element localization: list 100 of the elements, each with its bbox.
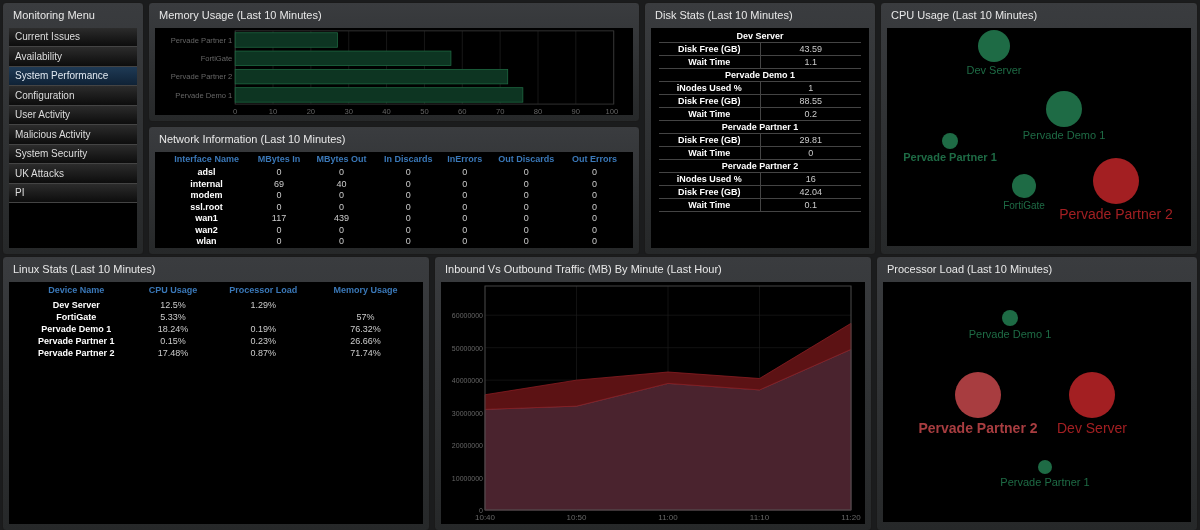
table-cell-text: FortiGate xyxy=(55,311,98,323)
table-cell: 1.1 xyxy=(760,55,861,68)
table-cell: 43.59 xyxy=(760,42,861,55)
table-cell-text: 0 xyxy=(461,213,469,225)
table-cell-text: 0 xyxy=(275,201,283,213)
bubble-label: Pervade Partner 1 xyxy=(1000,475,1090,488)
table-cell-text: 17.48% xyxy=(156,347,190,359)
table-cell-text: 26.66% xyxy=(349,335,382,347)
table-cell: 42.04 xyxy=(760,185,861,198)
menu-item[interactable]: Malicious Activity xyxy=(9,125,137,145)
axis-label: Pervade Partner 1 xyxy=(170,35,233,45)
menu-item[interactable]: UK Attacks xyxy=(9,164,137,184)
column-header: CPU Usage xyxy=(147,283,199,297)
table-cell-text: 0 xyxy=(591,178,599,190)
column-header: Processor Load xyxy=(228,283,299,297)
menu-item[interactable]: System Performance xyxy=(9,66,137,86)
panel-title: CPU Usage (Last 10 Minutes) xyxy=(890,8,1039,23)
table-cell-text: 0 xyxy=(461,190,469,202)
table-cell-text: 12.5% xyxy=(159,299,187,311)
group-header: Pervade Demo 1 xyxy=(659,68,861,81)
tick-label: 11:20 xyxy=(841,512,861,522)
table-cell-text: 0.15% xyxy=(159,335,187,347)
table-cell-text: 0 xyxy=(338,201,346,213)
table-cell-text: 0 xyxy=(591,236,599,248)
table-cell-text: adsl xyxy=(196,167,217,179)
panel-title: Processor Load (Last 10 Minutes) xyxy=(886,262,1054,277)
table-cell-text: 76.32% xyxy=(349,323,382,335)
tick-label: 80 xyxy=(533,106,543,115)
column-header: Out Discards xyxy=(497,152,556,166)
table-cell: Wait Time xyxy=(659,55,760,68)
table-cell-text: 0 xyxy=(522,201,530,213)
table-cell-text: 0 xyxy=(522,236,530,248)
table-cell: Disk Free (GB) xyxy=(659,185,760,198)
column-header: MBytes Out xyxy=(315,152,368,166)
bubble-label: Pervade Partner 1 xyxy=(903,150,997,163)
table-cell: 0.1 xyxy=(760,198,861,211)
panel-title: Memory Usage (Last 10 Minutes) xyxy=(158,8,323,23)
panel-title: Network Information (Last 10 Minutes) xyxy=(158,132,347,147)
table-cell-text: 40 xyxy=(335,178,348,190)
table-cell-text: wan2 xyxy=(194,224,219,236)
tick-label: 100 xyxy=(605,106,619,115)
bubble-label: Pervade Demo 1 xyxy=(1022,128,1106,141)
menu-item[interactable]: User Activity xyxy=(9,105,137,125)
panel-title: Inbound Vs Outbound Traffic (MB) By Minute (Last Hour) xyxy=(444,262,723,277)
table-cell: Disk Free (GB) xyxy=(659,42,760,55)
table-cell-text: 0 xyxy=(404,167,412,179)
table-cell-text: 0.19% xyxy=(249,323,277,335)
table-cell-text: 0 xyxy=(461,167,469,179)
menu-item[interactable]: System Security xyxy=(9,144,137,164)
table-cell-text: 0.87% xyxy=(249,347,277,359)
tick-label: 11:00 xyxy=(658,512,678,522)
table-cell-text: 0 xyxy=(338,190,346,202)
table-cell-text: 18.24% xyxy=(156,323,190,335)
bubble-label: Pervade Partner 2 xyxy=(1059,205,1173,222)
table-cell-text: 0 xyxy=(522,178,530,190)
table-cell: 0.2 xyxy=(760,107,861,120)
table-cell: 88.55 xyxy=(760,94,861,107)
axis-label: FortiGate xyxy=(200,53,233,63)
column-header: Interface Name xyxy=(173,152,240,166)
panel-title: Disk Stats (Last 10 Minutes) xyxy=(654,8,794,23)
menu-item[interactable]: Configuration xyxy=(9,86,137,106)
table-cell-text: 0 xyxy=(591,190,599,202)
table-cell-text: 0.23% xyxy=(249,335,277,347)
table-cell: Disk Free (GB) xyxy=(659,94,760,107)
group-header: Dev Server xyxy=(659,29,861,42)
table-cell-text: 0 xyxy=(338,167,346,179)
axis-label: Pervade Demo 1 xyxy=(175,90,233,100)
table-cell: Wait Time xyxy=(659,146,760,159)
table-cell-text: Dev Server xyxy=(51,299,101,311)
table-cell: Wait Time xyxy=(659,198,760,211)
table-cell-text: 0 xyxy=(338,224,346,236)
table-cell-text: wlan xyxy=(195,236,218,248)
column-header: MBytes In xyxy=(256,152,302,166)
table-cell-text: wan1 xyxy=(194,213,219,225)
table-cell-text: 0 xyxy=(591,224,599,236)
tick-label: 70 xyxy=(495,106,505,115)
table-cell-text: Pervade Partner 2 xyxy=(36,347,116,359)
column-header: Out Errors xyxy=(571,152,619,166)
table-cell: 0 xyxy=(760,146,861,159)
menu-item[interactable]: Current Issues xyxy=(9,27,137,47)
bubble-label: FortiGate xyxy=(1003,199,1045,211)
table-cell-text: 0 xyxy=(461,201,469,213)
table-cell-text: internal xyxy=(189,178,224,190)
table-cell-text: 0 xyxy=(404,190,412,202)
bubble-label: Dev Server xyxy=(966,63,1022,76)
table-cell: 29.81 xyxy=(760,133,861,146)
menu-item[interactable]: Availability xyxy=(9,47,137,67)
table-cell-text: 71.74% xyxy=(349,347,382,359)
bubble-label: Pervade Partner 2 xyxy=(918,419,1038,436)
table-cell: 1 xyxy=(760,81,861,94)
table-cell-text: 57% xyxy=(355,311,376,323)
table-cell: iNodes Used % xyxy=(659,81,760,94)
table-cell: Wait Time xyxy=(659,107,760,120)
table-cell-text: 0 xyxy=(522,190,530,202)
bubble-label: Pervade Demo 1 xyxy=(968,327,1052,340)
column-header: Memory Usage xyxy=(332,283,399,297)
tick-label: 60 xyxy=(458,106,467,115)
menu-item[interactable]: PI xyxy=(9,183,137,203)
tick-label: 11:10 xyxy=(749,512,770,522)
group-header: Pervade Partner 2 xyxy=(659,159,861,172)
